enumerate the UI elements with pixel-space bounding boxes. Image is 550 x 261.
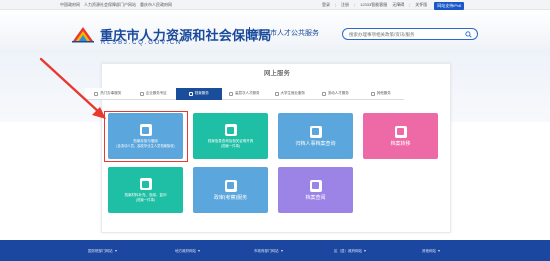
document-icon [309, 179, 322, 192]
highlight-box [104, 111, 188, 162]
footer-link-state-council[interactable]: 国务院部门网站 [88, 249, 117, 254]
tile-archive-materials[interactable]: 档案材料补充、查阅、复印 (档案一件事) [108, 167, 183, 213]
tile-title: 归档人事档案查询 [295, 140, 336, 147]
search-input[interactable] [349, 30, 459, 39]
tab-label: 流动人才服务 [327, 91, 349, 95]
tab-other[interactable]: 其他服务 [358, 88, 404, 100]
tile-title: 档案转移 [390, 140, 411, 147]
top-links-left: 中国政府网 人力资源社会保障部门户网站 重庆市人民政府网 [60, 2, 172, 8]
divider: | [409, 2, 411, 7]
pointer-arrow-icon [39, 57, 106, 119]
top-link-mohrss[interactable]: 人力资源社会保障部门户网站 [84, 2, 136, 8]
tile-title: 档案查阅 [305, 194, 326, 201]
tab-icon [370, 91, 375, 96]
footer-link-city-depts[interactable]: 市政府部门网站 [254, 249, 283, 254]
register-link[interactable]: 注册 [341, 2, 349, 10]
tile-archive-query[interactable]: 归档人事档案查询 [278, 113, 353, 159]
divider: | [335, 2, 337, 7]
tile-title: 政审(考察)服务 [213, 194, 248, 201]
tab-high-talent[interactable]: 高层次人才服务 [221, 88, 267, 100]
tab-graduate[interactable]: 大学生就业服务 [267, 88, 313, 100]
login-link[interactable]: 登录 [322, 2, 330, 10]
panel-title: 网上服务 [264, 70, 290, 77]
clipboard-icon [139, 178, 152, 191]
tab-icon [321, 91, 326, 96]
tab-icon [188, 91, 193, 96]
header-divider [249, 27, 250, 40]
tab-enterprise[interactable]: 企业服务专区 [130, 88, 176, 100]
tile-archive-transfer[interactable]: 档案转移 [363, 113, 438, 159]
bureau-logo[interactable] [71, 23, 95, 43]
smart-service-link[interactable]: 12333智能客服 [360, 2, 387, 10]
care-mode-link[interactable]: 关怀版 [415, 2, 427, 10]
footer-link-district-gov[interactable]: 区（县）政府网站 [334, 249, 366, 254]
tab-icon [139, 91, 144, 96]
tab-label: 大学生就业服务 [280, 91, 306, 95]
tab-mobile-talent[interactable]: 流动人才服务 [312, 88, 358, 100]
ipv6-badge: 网站支持IPv6 [434, 2, 465, 10]
tile-archive-certificate[interactable]: 档案信息查询及相关证明开具 (档案一件事) [193, 113, 268, 159]
tab-icon [229, 91, 233, 96]
footer-link-local-gov[interactable]: 地方政府网站 [175, 249, 200, 254]
bureau-url: RLSBJ.CQ.GOV.CN [101, 40, 183, 46]
transfer-icon [394, 125, 407, 138]
service-tabs: 热门办事服务 企业服务专区 档案服务 高层次人才服务 大学生就业服务 流动人才服… [85, 88, 449, 100]
tab-label: 高层次人才服务 [235, 91, 260, 95]
tab-icon [274, 91, 279, 96]
footer-link-other[interactable]: 其他网站 [422, 249, 440, 254]
tile-political-review[interactable]: 政审(考察)服务 [193, 167, 268, 213]
top-utility-bar: 中国政府网 人力资源社会保障部门户网站 重庆市人民政府网 登录 | 注册 | 1… [0, 0, 550, 10]
tab-label: 其他服务 [376, 91, 391, 95]
top-link-cq-gov[interactable]: 重庆市人民政府网 [140, 2, 172, 8]
monitor-icon [224, 179, 237, 192]
tile-subtitle: (档案一件事) [136, 197, 155, 202]
certificate-icon [224, 124, 237, 137]
tile-subtitle: (档案一件事) [221, 143, 240, 148]
top-link-gov[interactable]: 中国政府网 [60, 2, 80, 8]
site-footer: 国务院部门网站 地方政府网站 市政府部门网站 区（县）政府网站 其他网站 [0, 240, 550, 261]
top-links-right: 登录 | 注册 | 12333智能客服 无障碍 | 关怀版 网站支持IPv6 [322, 2, 465, 10]
search-box [342, 28, 478, 40]
accessibility-link[interactable]: 无障碍 [392, 2, 404, 10]
tab-archives[interactable]: 档案服务 [176, 88, 222, 100]
tab-label: 档案服务 [194, 91, 209, 95]
divider: | [354, 2, 356, 7]
tile-archive-lookup[interactable]: 档案查阅 [278, 167, 353, 213]
search-icon[interactable] [465, 31, 472, 38]
site-subtitle: 重庆市人才公共服务 [256, 30, 319, 37]
tab-label: 企业服务专区 [145, 91, 167, 95]
folder-icon [309, 125, 322, 138]
